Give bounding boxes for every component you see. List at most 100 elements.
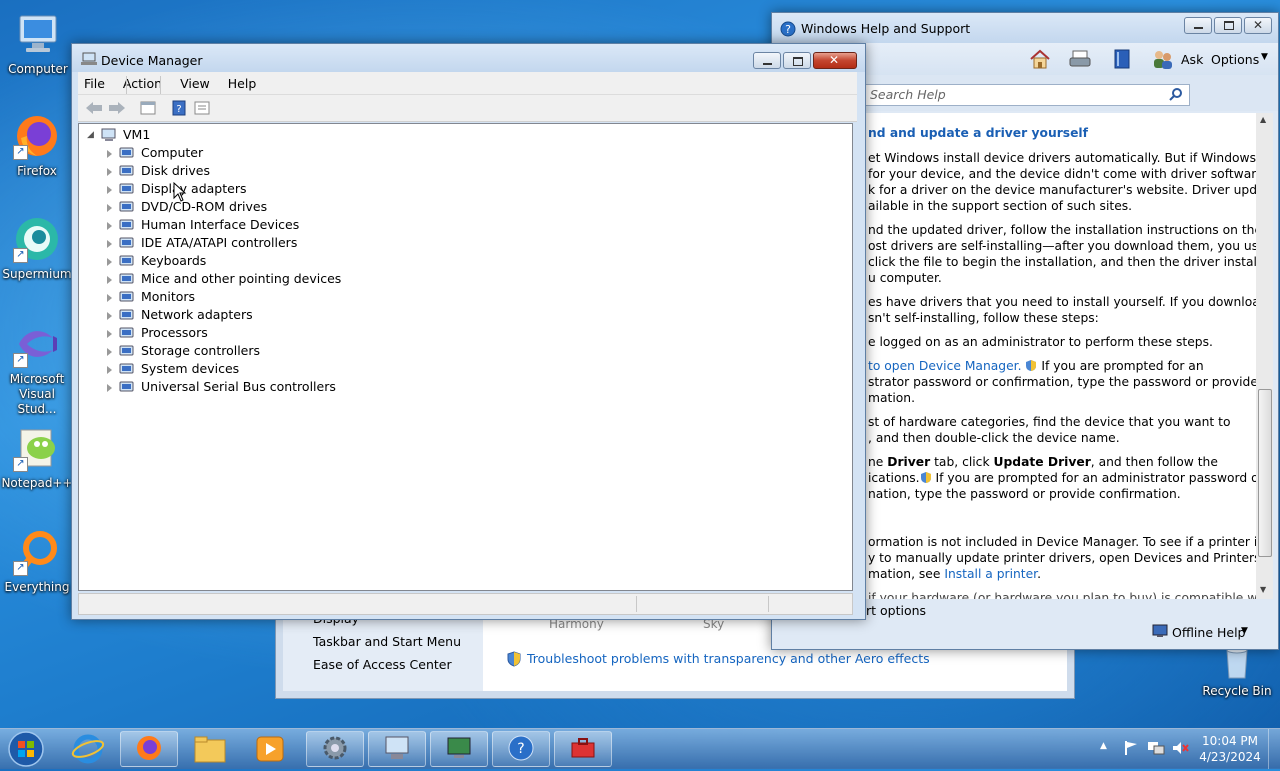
help-scrollbar[interactable]: ▲ ▼ xyxy=(1256,113,1273,599)
expand-arrow-icon[interactable] xyxy=(107,276,112,284)
expand-arrow-icon[interactable] xyxy=(107,258,112,266)
help-text-line: , and then double-click the device name. xyxy=(868,431,1120,445)
restore-button[interactable] xyxy=(783,52,811,69)
home-icon[interactable] xyxy=(1028,47,1052,74)
supermium-icon: ↗ xyxy=(13,215,61,263)
help-text-line: u computer. xyxy=(868,271,942,285)
help-text-line: e logged on as an administrator to perfo… xyxy=(868,335,1213,349)
help-text: If you are prompted for an administrator… xyxy=(931,471,1257,485)
help-search-input[interactable]: Search Help xyxy=(863,84,1190,106)
desktop-icon-supermium[interactable]: ↗ Supermium xyxy=(0,215,74,282)
tree-category-label: Display adapters xyxy=(141,181,247,196)
dm-titlebar[interactable]: Device Manager ✕ xyxy=(72,44,865,72)
expand-arrow-icon[interactable] xyxy=(107,204,112,212)
ide-controller-icon xyxy=(119,236,135,250)
settings-gear-icon xyxy=(321,734,349,765)
minimize-button[interactable] xyxy=(753,52,781,69)
svg-text:?: ? xyxy=(785,23,791,36)
help-text-line: if your hardware (or hardware you plan t… xyxy=(868,591,1256,599)
view-toggle-icon[interactable] xyxy=(192,99,212,117)
install-printer-link[interactable]: Install a printer xyxy=(944,567,1037,581)
file-explorer-icon[interactable] xyxy=(193,734,227,767)
tree-category-label: IDE ATA/ATAPI controllers xyxy=(141,235,298,250)
sidebar-link-ease-of-access[interactable]: Ease of Access Center xyxy=(313,657,452,672)
device-tree[interactable]: ◢ VM1 Computer Disk drives Display adapter… xyxy=(78,123,853,591)
close-button[interactable]: ✕ xyxy=(1244,17,1272,34)
media-player-icon[interactable] xyxy=(254,734,286,767)
desktop-icon-everything[interactable]: ↗ Everything xyxy=(0,528,74,595)
support-options-link[interactable]: rt options xyxy=(866,603,926,618)
open-device-manager-link[interactable]: to open Device Manager. xyxy=(868,359,1022,373)
minimize-button[interactable] xyxy=(1184,17,1212,34)
chevron-down-icon[interactable]: ▼ xyxy=(1241,626,1248,636)
taskbar-toolbox[interactable] xyxy=(554,731,612,767)
scroll-down-arrow[interactable]: ▼ xyxy=(1260,585,1266,594)
scroll-up-arrow[interactable]: ▲ xyxy=(1260,115,1266,124)
expand-arrow-icon[interactable] xyxy=(107,348,112,356)
scroll-thumb[interactable] xyxy=(1258,389,1272,557)
close-button[interactable]: ✕ xyxy=(813,52,857,69)
taskbar-firefox[interactable] xyxy=(120,731,178,767)
display-adapter-icon xyxy=(119,182,135,196)
help-text: If you are prompted for an xyxy=(1037,359,1204,373)
expand-arrow-icon[interactable] xyxy=(107,312,112,320)
expand-arrow-icon[interactable] xyxy=(107,366,112,374)
menu-file[interactable]: File xyxy=(78,76,114,91)
dvd-drive-icon xyxy=(119,200,135,214)
expand-arrow-icon[interactable] xyxy=(107,330,112,338)
options-button[interactable]: Options xyxy=(1211,52,1259,67)
help-text-line: ailable in the support section of such s… xyxy=(868,199,1133,213)
desktop-icon-visual-studio[interactable]: ↗ Microsoft Visual Stud... xyxy=(0,320,74,417)
device-manager-window: Device Manager ✕ File Action View Help ?… xyxy=(71,43,866,620)
menu-view[interactable]: View xyxy=(171,76,219,91)
chevron-down-icon[interactable]: ▼ xyxy=(1261,52,1268,62)
maximize-button[interactable] xyxy=(1214,17,1242,34)
internet-explorer-icon[interactable] xyxy=(70,733,106,768)
visual-studio-icon: ↗ xyxy=(13,320,61,368)
taskbar-personalization[interactable] xyxy=(430,731,488,767)
search-icon[interactable] xyxy=(1169,87,1183,104)
show-desktop-button[interactable] xyxy=(1268,729,1280,769)
expand-arrow-icon[interactable] xyxy=(107,186,112,194)
action-center-flag-icon[interactable] xyxy=(1123,740,1139,759)
expand-arrow-icon[interactable] xyxy=(107,384,112,392)
shortcut-arrow-icon: ↗ xyxy=(13,353,28,368)
help-icon[interactable]: ? xyxy=(169,99,189,117)
taskbar-device-manager[interactable] xyxy=(368,731,426,767)
desktop-icon-notepadpp[interactable]: ↗ Notepad++ xyxy=(0,424,74,491)
help-titlebar[interactable]: ? Windows Help and Support ✕ xyxy=(772,13,1278,43)
ask-icon[interactable] xyxy=(1150,47,1174,74)
expand-arrow-icon[interactable] xyxy=(107,222,112,230)
collapse-arrow-icon[interactable]: ◢ xyxy=(87,126,94,144)
menu-help[interactable]: Help xyxy=(219,76,266,91)
expand-arrow-icon[interactable] xyxy=(107,168,112,176)
display-settings-icon xyxy=(445,734,473,765)
forward-arrow-icon[interactable] xyxy=(107,99,127,117)
offline-help-button[interactable]: Offline Help xyxy=(1172,625,1245,640)
menu-action[interactable]: Action xyxy=(114,76,171,91)
taskbar-control-panel[interactable] xyxy=(306,731,364,767)
svg-text:?: ? xyxy=(517,741,524,757)
clock-time[interactable]: 10:04 PM xyxy=(1200,734,1260,748)
clock-date[interactable]: 4/23/2024 xyxy=(1198,750,1262,764)
taskbar-help[interactable]: ? xyxy=(492,731,550,767)
browse-help-icon[interactable] xyxy=(1110,47,1134,74)
update-driver-text: Update Driver xyxy=(993,455,1091,469)
driver-tab-text: Driver xyxy=(887,455,931,469)
sidebar-link-taskbar[interactable]: Taskbar and Start Menu xyxy=(313,634,461,649)
volume-muted-icon[interactable] xyxy=(1171,740,1189,759)
show-hidden-icons[interactable]: ▲ xyxy=(1100,741,1107,751)
properties-icon[interactable] xyxy=(138,99,158,117)
expand-arrow-icon[interactable] xyxy=(107,294,112,302)
expand-arrow-icon[interactable] xyxy=(107,240,112,248)
desktop-icon-firefox[interactable]: ↗ Firefox xyxy=(0,112,74,179)
back-arrow-icon[interactable] xyxy=(84,99,104,117)
troubleshoot-aero-link[interactable]: Troubleshoot problems with transparency … xyxy=(527,651,930,666)
network-icon[interactable] xyxy=(1147,740,1165,759)
start-button[interactable] xyxy=(6,730,46,768)
print-icon[interactable] xyxy=(1068,47,1092,74)
desktop-icon-computer[interactable]: Computer xyxy=(1,10,75,77)
dm-statusbar xyxy=(78,593,853,615)
ask-button[interactable]: Ask xyxy=(1181,52,1203,67)
expand-arrow-icon[interactable] xyxy=(107,150,112,158)
